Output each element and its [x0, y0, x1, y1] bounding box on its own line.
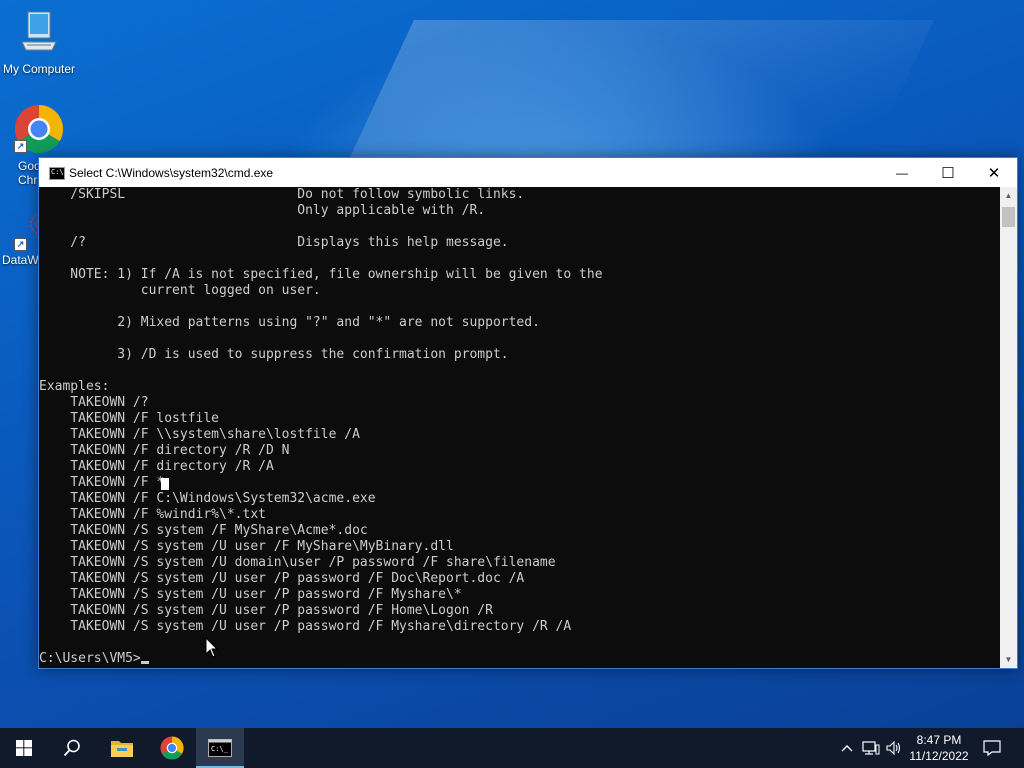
file-explorer-button[interactable]	[98, 728, 146, 768]
window-title: Select C:\Windows\system32\cmd.exe	[69, 166, 274, 180]
notification-icon	[983, 740, 1001, 756]
chevron-up-icon	[841, 745, 853, 752]
console-line: current logged on user.	[39, 283, 321, 298]
console-line: TAKEOWN /F directory /R /D N	[39, 443, 290, 458]
clock[interactable]: 8:47 PM 11/12/2022	[902, 732, 976, 764]
console-line: TAKEOWN /F \\system\share\lostfile /A	[39, 427, 360, 442]
console-output[interactable]: /SKIPSL Do not follow symbolic links. On…	[39, 187, 999, 667]
console-line: TAKEOWN /S system /U user /P password /F…	[39, 619, 572, 634]
chrome-taskbar-button[interactable]	[148, 728, 196, 768]
console-line: TAKEOWN /F %windir%\*.txt	[39, 507, 266, 522]
desktop-icon-label-line: Chr	[18, 173, 38, 187]
console-prompt[interactable]: C:\Users\VM5>	[39, 651, 999, 667]
desktop-icon-label: My Computer	[2, 62, 76, 76]
computer-icon	[21, 11, 57, 51]
console-line: NOTE: 1) If /A is not specified, file ow…	[39, 267, 603, 282]
vertical-scrollbar[interactable]: ▲ ▼	[1000, 187, 1017, 668]
console-line: TAKEOWN /S system /U user /P password /F…	[39, 587, 462, 602]
volume-icon	[886, 741, 901, 755]
clock-date: 11/12/2022	[909, 749, 969, 763]
close-icon: ✕	[987, 164, 1001, 182]
console-line: Only applicable with /R.	[39, 203, 486, 218]
cmd-icon: C:\_	[208, 739, 232, 757]
console-prompt-text: C:\Users\VM5>	[39, 651, 141, 666]
maximize-icon: ☐	[941, 164, 955, 182]
taskbar: C:\_ 8:47 PM 11/12/2022	[0, 728, 1024, 768]
network-button[interactable]	[860, 728, 882, 768]
cmd-taskbar-button[interactable]: C:\_	[196, 728, 244, 768]
mouse-cursor-icon	[205, 637, 219, 658]
console-line: TAKEOWN /S system /U domain\user /P pass…	[39, 555, 556, 570]
window-titlebar[interactable]: C:\ Select C:\Windows\system32\cmd.exe —…	[39, 158, 1017, 187]
chrome-icon	[160, 736, 184, 760]
console-line: TAKEOWN /F lostfile	[39, 411, 220, 426]
volume-button[interactable]	[884, 728, 904, 768]
shortcut-arrow-icon: ↗	[14, 238, 27, 251]
svg-text:C:\_: C:\_	[211, 745, 229, 753]
search-icon	[63, 739, 80, 757]
console-line: /? Displays this help message.	[39, 235, 509, 250]
console-line: /SKIPSL Do not follow symbolic links.	[39, 187, 525, 202]
minimize-icon: —	[896, 165, 908, 180]
console-line: 3) /D is used to suppress the confirmati…	[39, 347, 509, 362]
notification-center-button[interactable]	[978, 728, 1006, 768]
show-hidden-icons-button[interactable]	[838, 728, 856, 768]
clock-time: 8:47 PM	[916, 733, 962, 747]
console-line: TAKEOWN /S system /U user /F MyShare\MyB…	[39, 539, 454, 554]
console-line: TAKEOWN /S system /F MyShare\Acme*.doc	[39, 523, 368, 538]
scroll-up-button[interactable]: ▲	[1000, 187, 1017, 204]
console-line: TAKEOWN /S system /U user /P password /F…	[39, 571, 525, 586]
cmd-window[interactable]: C:\ Select C:\Windows\system32\cmd.exe —…	[38, 157, 1018, 669]
start-button[interactable]	[0, 728, 48, 768]
windows-logo-icon	[16, 740, 32, 756]
console-line: TAKEOWN /?	[39, 395, 149, 410]
scroll-down-button[interactable]: ▼	[1000, 651, 1017, 668]
console-line: Examples:	[39, 379, 110, 394]
shortcut-arrow-icon: ↗	[14, 140, 27, 153]
network-icon	[862, 741, 880, 755]
desktop-icon-my-computer[interactable]: My Computer	[0, 10, 78, 76]
folder-icon	[111, 741, 133, 757]
console-line: TAKEOWN /F directory /R /A	[39, 459, 274, 474]
console-line: TAKEOWN /F C:\Windows\System32\acme.exe	[39, 491, 376, 506]
minimize-button[interactable]: —	[879, 158, 925, 187]
scrollbar-thumb[interactable]	[1002, 207, 1015, 227]
close-button[interactable]: ✕	[971, 158, 1017, 187]
selection-block	[161, 478, 169, 490]
console-line: TAKEOWN /F *	[39, 475, 165, 490]
console-line: 2) Mixed patterns using "?" and "*" are …	[39, 315, 540, 330]
cmd-icon: C:\	[49, 167, 65, 180]
search-button[interactable]	[48, 728, 96, 768]
console-line: TAKEOWN /S system /U user /P password /F…	[39, 603, 493, 618]
maximize-button[interactable]: ☐	[925, 158, 971, 187]
text-cursor	[140, 661, 149, 664]
